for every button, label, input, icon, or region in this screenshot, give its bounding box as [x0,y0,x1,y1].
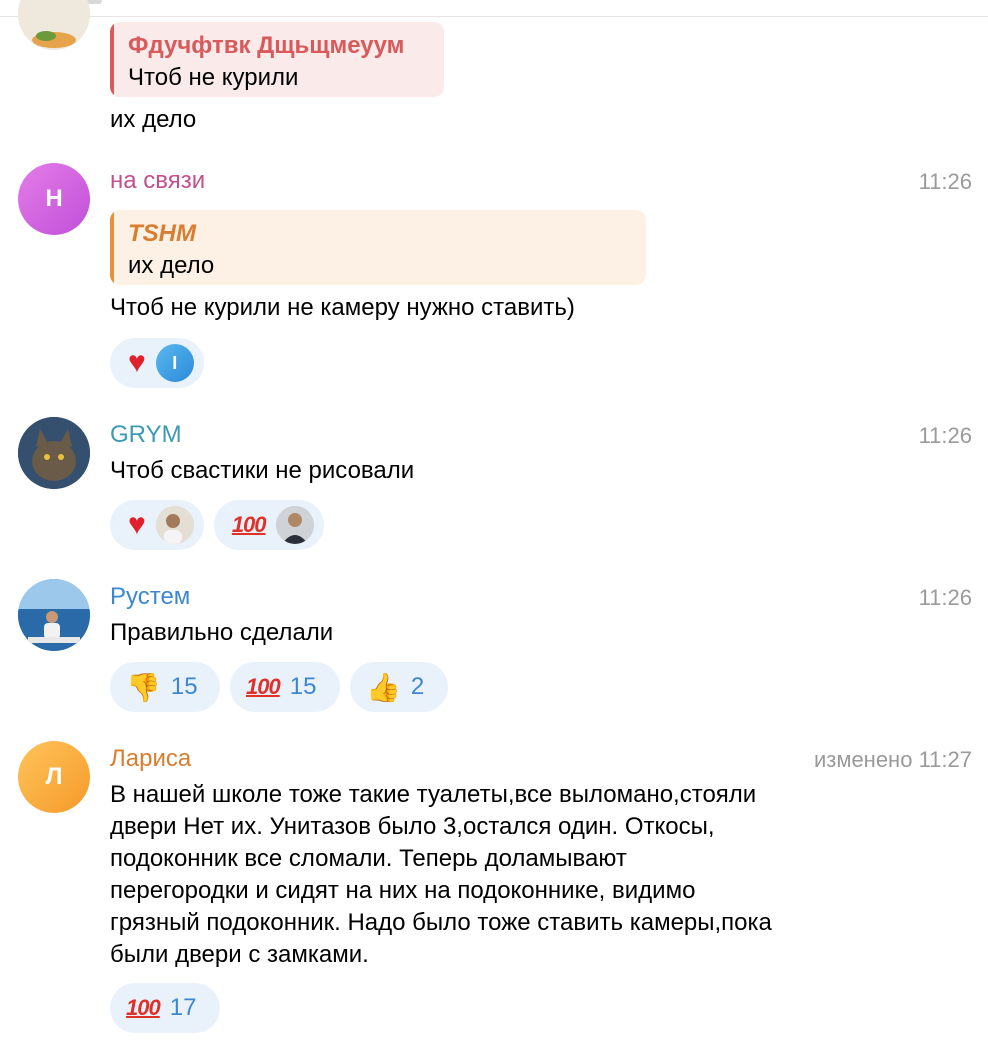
reactions: ♥ I [110,338,204,388]
message-text: их дело [110,106,197,133]
text-line: перегородки и сидят на них на подоконник… [110,877,696,904]
time-value: 11:27 [918,747,972,772]
sender-name[interactable]: Рустем [110,583,190,611]
text-line: В нашей школе тоже такие туалеты,все выл… [110,781,757,808]
reply-author: Фдучфтвк Дщьщмеуум [128,32,405,59]
reaction-heart[interactable]: ♥ I [110,338,204,388]
avatar-image-icon [18,0,90,50]
sender-name[interactable]: GRYM [110,421,182,449]
timestamp: 11:26 [918,423,972,448]
hundred-points-icon: 100 [126,995,161,1020]
reactor-avatar: I [155,344,194,382]
reaction-count: 2 [410,673,425,700]
timestamp: 11:26 [918,169,972,194]
reply-quote[interactable]: Фдучфтвк Дщьщмеуум Чтоб не курили [110,22,444,97]
reply-author: TSHM [128,220,196,247]
person-avatar-icon [275,506,314,544]
cat-avatar-icon [18,417,90,489]
message-text: Правильно сделали [110,619,334,646]
reactions: 100 17 [110,983,220,1033]
hundred-points-icon: 100 [246,674,281,699]
text-line: подоконник все сломали. Теперь доламываю… [110,845,627,872]
reaction-100[interactable]: 100 17 [110,983,220,1033]
reply-quote[interactable]: TSHM их дело [110,210,646,285]
sea-avatar-icon [18,579,90,651]
reactions: ♥ 100 [110,500,324,550]
avatar[interactable]: Л [18,741,90,813]
person-avatar-icon [155,506,194,544]
message-text: В нашей школе тоже такие туалеты,все выл… [110,779,772,971]
avatar-letter: Л [45,763,63,790]
reaction-count: 17 [169,994,197,1021]
reactor-avatar [155,506,194,544]
avatar[interactable] [18,0,90,50]
heart-icon: ♥ [128,508,146,541]
reaction-count: 15 [289,673,317,700]
sender-name[interactable]: на связи [110,167,205,195]
avatar[interactable] [18,417,90,489]
timestamp: 11:26 [918,585,972,610]
reaction-100[interactable]: 100 [213,500,324,550]
reactor-avatar [275,506,314,544]
edited-label: изменено [813,747,913,772]
reactions: 👎 15 100 15 👍 2 [110,662,448,712]
text-line: грязный подоконник. Надо было тоже стави… [110,909,772,936]
reaction-100[interactable]: 100 15 [230,662,340,712]
reaction-thumbs-up[interactable]: 👍 2 [350,662,448,712]
text-line: двери Нет их. Унитазов было 3,остался од… [110,813,715,840]
reaction-thumbs-down[interactable]: 👎 15 [110,662,220,712]
timestamp: изменено 11:27 [814,747,972,773]
thumbs-up-icon: 👍 [366,671,401,703]
top-strip [0,0,988,17]
text-line: были двери с замками. [110,941,369,968]
reactor-letter: I [172,352,178,373]
reply-text: их дело [128,252,215,279]
message-text: Чтоб свастики не рисовали [110,457,415,484]
avatar-letter: Н [45,185,63,212]
sender-name[interactable]: Лариса [110,745,191,773]
avatar[interactable]: Н [18,163,90,235]
avatar[interactable] [18,579,90,651]
reply-text: Чтоб не курили [128,64,299,91]
reaction-heart[interactable]: ♥ [110,500,204,550]
message-text: Чтоб не курили не камеру нужно ставить) [110,294,575,321]
thumbs-down-icon: 👎 [126,671,161,703]
reaction-count: 15 [170,673,198,700]
heart-icon: ♥ [128,346,146,379]
hundred-points-icon: 100 [231,512,267,537]
